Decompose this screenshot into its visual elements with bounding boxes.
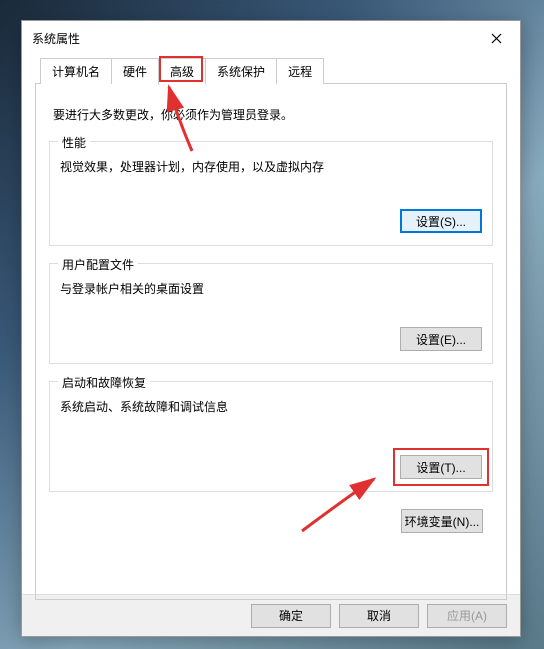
close-button[interactable] [482,24,510,52]
group-user-profile-title: 用户配置文件 [58,256,138,273]
close-icon [491,33,502,44]
tab-hardware[interactable]: 硬件 [111,58,159,84]
intro-text: 要进行大多数更改，你必须作为管理员登录。 [53,106,493,123]
group-performance-desc: 视觉效果，处理器计划，内存使用，以及虚拟内存 [60,158,482,175]
group-performance: 性能 视觉效果，处理器计划，内存使用，以及虚拟内存 设置(S)... [49,141,493,246]
tab-panel-advanced: 要进行大多数更改，你必须作为管理员登录。 性能 视觉效果，处理器计划，内存使用，… [35,83,507,600]
cancel-button[interactable]: 取消 [339,604,419,628]
group-user-profile-desc: 与登录帐户相关的桌面设置 [60,280,482,297]
system-properties-dialog: 系统属性 计算机名 硬件 高级 系统保护 远程 要进行大多数更改，你必须作为管理… [21,20,521,637]
tab-advanced[interactable]: 高级 [158,58,206,85]
titlebar: 系统属性 [22,21,520,55]
tab-computer-name[interactable]: 计算机名 [40,58,112,84]
user-profile-settings-button[interactable]: 设置(E)... [400,327,482,351]
group-performance-title: 性能 [58,134,90,151]
tab-remote[interactable]: 远程 [276,58,324,84]
ok-button[interactable]: 确定 [251,604,331,628]
tab-system-protection[interactable]: 系统保护 [205,58,277,84]
dialog-footer: 确定 取消 应用(A) [22,594,520,636]
group-startup-title: 启动和故障恢复 [58,374,150,391]
apply-button[interactable]: 应用(A) [427,604,507,628]
group-user-profile: 用户配置文件 与登录帐户相关的桌面设置 设置(E)... [49,263,493,364]
performance-settings-button[interactable]: 设置(S)... [400,209,482,233]
tabs: 计算机名 硬件 高级 系统保护 远程 [40,58,520,84]
group-startup-desc: 系统启动、系统故障和调试信息 [60,398,482,415]
environment-variables-button[interactable]: 环境变量(N)... [401,509,483,533]
startup-settings-button[interactable]: 设置(T)... [400,455,482,479]
dialog-title: 系统属性 [32,30,80,47]
group-startup-recovery: 启动和故障恢复 系统启动、系统故障和调试信息 设置(T)... [49,381,493,492]
